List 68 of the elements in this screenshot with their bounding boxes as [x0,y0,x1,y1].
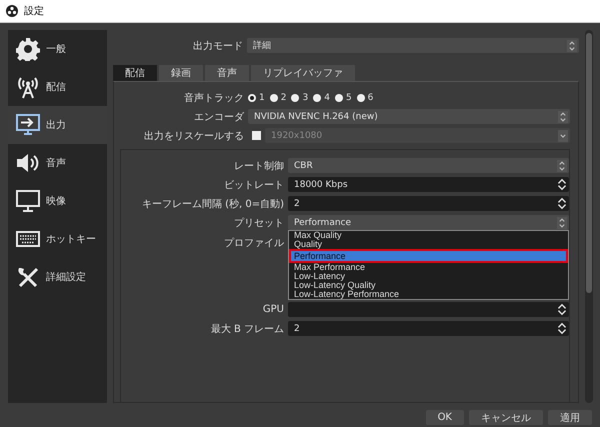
sidebar-item[interactable]: 映像 [8,182,107,220]
field-label: エンコーダ [193,110,246,124]
field-label: プロファイル [223,236,285,250]
dialog-button[interactable]: OK [426,410,464,425]
dialog-button[interactable]: 適用 [548,410,592,425]
radio-button[interactable] [291,94,300,102]
field-label: キーフレーム間隔 (秒, 0=自動) [140,198,285,210]
field-label: 出力モード [192,40,244,52]
radio-button[interactable] [313,94,322,102]
tab[interactable]: 配信 [113,65,157,81]
tab[interactable]: リプレイバッファ [251,65,355,81]
spin-arrows-icon [557,322,567,335]
radio-label: 4 [324,92,330,102]
field-label: プリセット [233,216,285,230]
dropdown-option[interactable]: Low-Latency [289,272,568,281]
tab[interactable]: 録画 [159,65,203,81]
dropdown-option[interactable]: Max Quality [289,231,568,240]
field-label: 最大 B フレーム [210,322,285,336]
sidebar-item[interactable]: 音声 [8,144,107,182]
number-field[interactable]: 2 [288,196,569,211]
spin-arrows-icon [557,303,567,316]
updown-arrow-icon [558,110,568,122]
app-logo-icon [6,5,18,17]
radio-button[interactable] [270,94,278,102]
field-label: ビットレート [223,178,285,192]
field-label: 音声トラック [183,92,245,104]
radio-button[interactable] [334,94,343,102]
spin-arrows-icon [557,197,567,210]
sidebar-item[interactable]: 配信 [8,68,107,106]
updown-arrow-icon [557,160,567,172]
dropdown-field[interactable]: 詳細 [247,38,579,53]
dropdown-option[interactable]: Performance [289,249,568,263]
number-field[interactable]: 2 [288,321,569,336]
dropdown-option[interactable]: Low-Latency Quality [289,281,568,290]
monitor-icon [16,189,40,213]
field-label: 出力をリスケールする [143,130,245,142]
radio-button[interactable] [248,94,256,102]
dropdown-field[interactable]: CBR [288,158,569,173]
sidebar-item[interactable]: 詳細設定 [8,258,107,296]
radio-label: 5 [346,92,352,102]
number-field[interactable] [288,302,569,317]
speaker-icon [16,151,40,175]
updown-arrow-icon [567,40,577,52]
field-label: レート制御 [233,160,285,172]
sidebar-item[interactable]: ホットキー [8,220,107,258]
field-label: GPU [262,304,285,315]
gear-icon [16,37,40,61]
antenna-icon [16,75,40,99]
scrollbar[interactable] [585,30,593,403]
chevron-down-icon [558,130,568,142]
tab[interactable]: 音声 [205,65,249,81]
sidebar-item[interactable]: 一般 [8,30,107,68]
radio-label: 3 [302,92,308,102]
dropdown-option[interactable]: Quality [289,240,568,249]
number-field[interactable]: 18000 Kbps [288,177,569,192]
window-title: 設定 [24,4,44,18]
radio-button[interactable] [356,94,365,102]
radio-label: 6 [368,92,374,102]
radio-label: 1 [259,92,265,102]
dropdown-option[interactable]: Max Performance [289,263,568,272]
spin-arrows-icon [557,178,567,191]
dropdown-option[interactable]: Low-Latency Performance [289,290,568,299]
radio-label: 2 [280,92,286,102]
dialog-button[interactable]: キャンセル [469,410,543,425]
sidebar-item[interactable]: 出力 [8,106,107,144]
monitor-arrow-icon [16,113,40,137]
dropdown-field[interactable]: NVIDIA NVENC H.264 (new) [248,109,570,124]
tools-icon [16,265,40,289]
